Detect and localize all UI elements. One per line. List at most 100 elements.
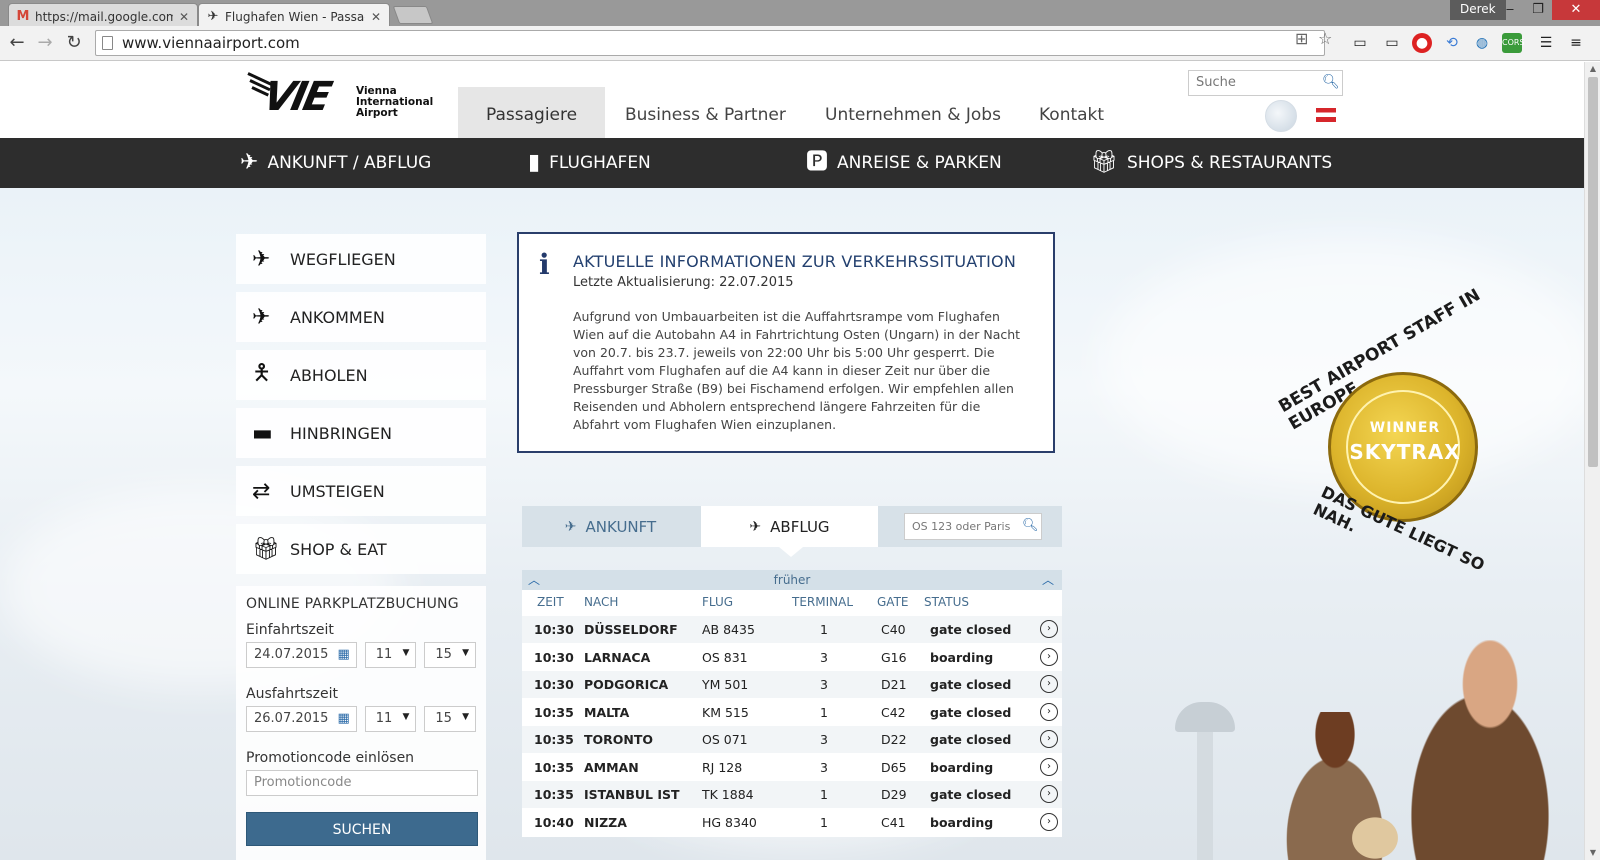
nav-shops-restaurants[interactable]: 🎁︎ SHOPS & RESTAURANTS: [1090, 138, 1332, 188]
globe-icon[interactable]: [1265, 100, 1297, 132]
flight-row[interactable]: 10:40 NIZZA HG 8340 1 C41 boarding ›: [522, 808, 1062, 837]
award-winner-text: WINNER: [1369, 420, 1441, 436]
chevron-right-icon[interactable]: ›: [1040, 785, 1058, 803]
site-search-input[interactable]: Suche: [1188, 70, 1343, 96]
parking-search-button[interactable]: SUCHEN: [246, 812, 478, 846]
active-tab-pointer: [779, 547, 803, 557]
minimize-icon[interactable]: ‒: [1496, 0, 1524, 20]
entry-minute-select[interactable]: 15 ▼: [424, 642, 476, 668]
flight-status: gate closed: [930, 677, 1012, 692]
col-zeit: ZEIT: [537, 595, 564, 609]
scroll-thumb[interactable]: [1588, 77, 1598, 467]
flight-row[interactable]: 10:35 AMMAN RJ 128 3 D65 boarding ›: [522, 753, 1062, 782]
extension-icon[interactable]: ☰: [1536, 33, 1556, 53]
vie-logo[interactable]: VIE Vienna International Airport: [247, 70, 433, 130]
family-photo: [1160, 632, 1584, 860]
nav-passagiere[interactable]: Passagiere: [458, 87, 606, 138]
flight-row[interactable]: 10:35 ISTANBUL IST TK 1884 1 D29 gate closed ›: [522, 781, 1062, 809]
browser-tab-gmail[interactable]: M https://mail.google.com/ ✕: [8, 3, 198, 26]
cast-icon[interactable]: ▭: [1382, 33, 1402, 53]
sidemenu-abholen[interactable]: 🯅 ABHOLEN: [236, 350, 486, 400]
sidemenu-ankommen[interactable]: ✈ ANKOMMEN: [236, 292, 486, 342]
sidemenu-wegfliegen[interactable]: ✈ WEGFLIEGEN: [236, 234, 486, 284]
car-icon: ▬: [252, 420, 273, 446]
exit-date-field[interactable]: 26.07.2015 ▦: [246, 706, 357, 732]
tab-abflug[interactable]: ✈ ABFLUG: [701, 506, 878, 547]
flight-row[interactable]: 10:30 PODGORICA YM 501 3 D21 gate closed ›: [522, 671, 1062, 699]
extension-icon[interactable]: ⟲: [1442, 33, 1462, 53]
address-bar[interactable]: www.viennaairport.com: [95, 30, 1325, 56]
flight-gate: D21: [881, 677, 907, 692]
forward-icon[interactable]: →: [33, 31, 57, 55]
page-scrollbar[interactable]: ▲ ▼: [1584, 62, 1600, 860]
promo-code-input[interactable]: Promotioncode: [246, 770, 478, 796]
sidemenu-shop-eat[interactable]: 🎁︎ SHOP & EAT: [236, 524, 486, 574]
chevron-right-icon[interactable]: ›: [1040, 757, 1058, 776]
entry-hour-select[interactable]: 11 ▼: [364, 642, 417, 668]
restore-icon[interactable]: ❐: [1524, 0, 1552, 20]
entry-date-field[interactable]: 24.07.2015 ▦: [246, 642, 357, 668]
flight-row[interactable]: 10:30 LARNACA OS 831 3 G16 boarding ›: [522, 643, 1062, 672]
scroll-up-icon[interactable]: ▲: [1585, 62, 1600, 76]
flight-dest: TORONTO: [584, 732, 654, 747]
chevron-right-icon[interactable]: ›: [1040, 812, 1058, 831]
flight-gate: G16: [881, 649, 907, 665]
flight-terminal: 3: [820, 649, 828, 665]
cors-extension-icon[interactable]: CORS: [1502, 33, 1525, 53]
globe-extension-icon[interactable]: ◍: [1472, 33, 1492, 53]
calendar-icon[interactable]: ▦: [337, 647, 349, 662]
close-icon[interactable]: ✕: [179, 10, 189, 24]
flight-dest: PODGORICA: [584, 677, 669, 692]
tab-ankunft[interactable]: ✈ ANKUNFT: [522, 506, 699, 547]
close-icon[interactable]: ✕: [371, 10, 381, 24]
search-icon[interactable]: 🔍︎: [1022, 518, 1039, 533]
chevron-right-icon[interactable]: ›: [1040, 702, 1058, 721]
exit-hour-select[interactable]: 11 ▼: [364, 706, 417, 732]
flight-row[interactable]: 10:35 TORONTO OS 071 3 D22 gate closed ›: [522, 726, 1062, 754]
calendar-icon[interactable]: ▦: [337, 711, 349, 726]
flight-status: boarding: [930, 759, 994, 775]
cast-icon[interactable]: ▭: [1350, 33, 1370, 53]
austria-flag-icon[interactable]: [1316, 108, 1336, 122]
sidemenu-hinbringen[interactable]: ▬ HINBRINGEN: [236, 408, 486, 458]
flight-row[interactable]: 10:30 DÜSSELDORF AB 8435 1 C40 gate closed ›: [522, 616, 1062, 644]
search-icon[interactable]: 🔍︎: [1322, 74, 1340, 90]
flight-time: 10:35: [534, 759, 574, 775]
sidemenu-umsteigen[interactable]: ⇄ UMSTEIGEN: [236, 466, 486, 516]
flight-gate: C42: [881, 704, 906, 720]
reload-icon[interactable]: ↻: [62, 31, 86, 55]
back-icon[interactable]: ←: [5, 31, 29, 55]
browser-tab-airport[interactable]: ✈ Flughafen Wien - Passagie ✕: [198, 3, 390, 26]
info-body: Aufgrund von Umbauarbeiten ist die Auffa…: [573, 309, 1021, 432]
exit-label: Ausfahrtszeit: [246, 686, 339, 702]
flight-status: boarding: [930, 814, 994, 830]
flight-gate: D65: [881, 759, 907, 775]
chevron-right-icon[interactable]: ›: [1040, 675, 1058, 693]
nav-kontakt[interactable]: Kontakt: [1011, 87, 1132, 138]
nav-ankunft-abflug[interactable]: ✈ ANKUNFT / ABFLUG: [240, 138, 431, 188]
chevron-up-icon[interactable]: ︿: [1042, 570, 1054, 590]
chevron-right-icon[interactable]: ›: [1040, 730, 1058, 748]
exit-minute-select[interactable]: 15 ▼: [424, 706, 476, 732]
flight-flight: OS 831: [702, 649, 748, 665]
nav-business-partner[interactable]: Business & Partner: [597, 87, 814, 138]
flight-status: gate closed: [930, 704, 1012, 720]
info-icon: i: [539, 248, 550, 281]
stop-extension-icon[interactable]: ●: [1412, 33, 1432, 53]
star-icon[interactable]: ☆: [1318, 29, 1332, 48]
nav-unternehmen-jobs[interactable]: Unternehmen & Jobs: [797, 87, 1029, 138]
chevron-right-icon[interactable]: ›: [1040, 620, 1058, 638]
chevron-up-icon[interactable]: ︿: [528, 570, 540, 590]
flight-dest: MALTA: [584, 704, 630, 720]
scroll-down-icon[interactable]: ▼: [1585, 846, 1600, 860]
chevron-right-icon[interactable]: ›: [1040, 647, 1058, 666]
flight-row[interactable]: 10:35 MALTA KM 515 1 C42 gate closed ›: [522, 698, 1062, 727]
new-tab-button[interactable]: [392, 6, 434, 24]
window-close-icon[interactable]: ✕: [1552, 0, 1600, 20]
earlier-flights-link[interactable]: ︿ früher ︿: [522, 570, 1062, 590]
nav-flughafen[interactable]: ▮ FLUGHAFEN: [528, 138, 651, 188]
nav-anreise-parken[interactable]: 🅿︎ ANREISE & PARKEN: [806, 138, 1002, 188]
takeoff-icon: ✈: [749, 518, 762, 535]
translate-icon[interactable]: ⊞: [1295, 29, 1308, 48]
menu-icon[interactable]: ≡: [1566, 33, 1586, 53]
